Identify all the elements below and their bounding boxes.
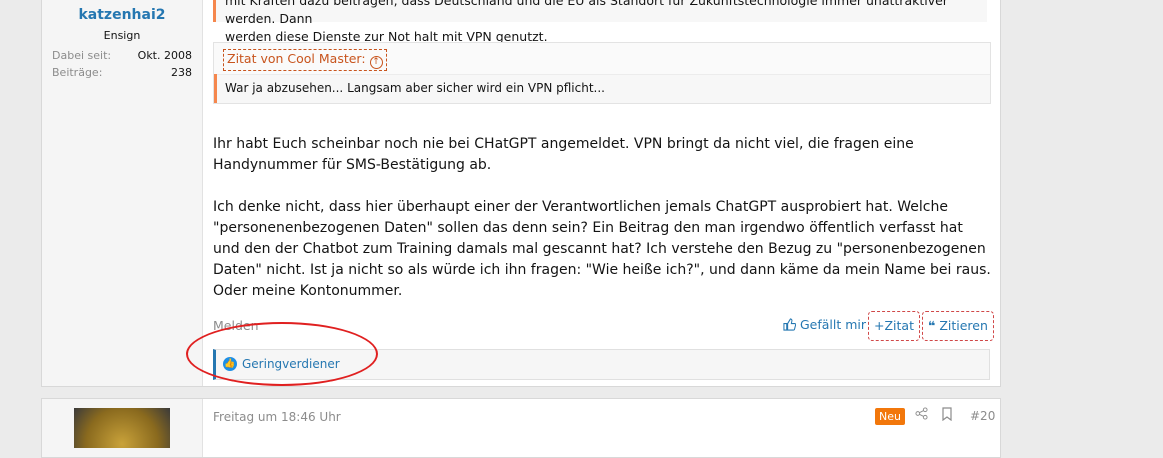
multiquote-label: Zitat <box>884 318 914 333</box>
post-number[interactable]: #20 <box>970 409 995 423</box>
quote-button[interactable]: ❝ Zitieren <box>922 311 994 341</box>
user-info-panel <box>42 399 203 457</box>
user-title: Ensign <box>103 29 141 42</box>
posts-label: Beiträge: <box>52 66 103 79</box>
posts-row: Beiträge: 238 <box>52 66 192 79</box>
quote-marks-icon: ❝ <box>928 318 936 333</box>
plus-icon: + <box>874 318 885 333</box>
arrow-circle-up-icon[interactable]: ↑ <box>369 56 383 69</box>
thumbs-up-icon <box>783 318 797 331</box>
avatar[interactable] <box>74 408 170 448</box>
message-paragraph: Ihr habt Euch scheinbar noch nie bei CHa… <box>213 136 914 173</box>
quote-label: Zitieren <box>939 318 988 333</box>
new-badge: Neu <box>875 408 905 425</box>
multiquote-button[interactable]: +Zitat <box>868 311 920 341</box>
quote-attribution-link[interactable]: Zitat von Cool Master: ↑ <box>223 49 387 71</box>
nested-quote: mit Kräften dazu beitragen, dass Deutsch… <box>213 0 987 44</box>
quote-line: mit Kräften dazu beitragen, dass Deutsch… <box>225 0 948 26</box>
quote-header: Zitat von Cool Master: ↑ <box>214 43 990 75</box>
joined-value: Okt. 2008 <box>137 49 192 62</box>
posts-value: 238 <box>171 66 192 79</box>
quote-block: Zitat von Cool Master: ↑ War ja abzusehen… <box>213 42 991 104</box>
annotation-circle <box>186 322 378 386</box>
post: katzenhai2 Ensign Dabei seit: Okt. 2008 … <box>41 0 1001 387</box>
like-button[interactable]: Gefällt mir <box>783 317 866 333</box>
post: Freitag um 18:46 Uhr Neu #20 <box>41 398 1001 458</box>
quote-text: War ja abzusehen... Langsam aber sicher … <box>214 74 990 103</box>
bookmark-icon[interactable] <box>941 407 953 421</box>
post-date[interactable]: Freitag um 18:46 Uhr <box>213 410 341 424</box>
user-info-panel: katzenhai2 Ensign Dabei seit: Okt. 2008 … <box>42 0 203 386</box>
message-paragraph: Ich denke nicht, dass hier überhaupt ein… <box>213 199 991 299</box>
joined-label: Dabei seit: <box>52 49 112 62</box>
joined-row: Dabei seit: Okt. 2008 <box>52 49 192 62</box>
like-label: Gefällt mir <box>799 317 867 332</box>
username[interactable]: katzenhai2 <box>42 7 202 23</box>
share-icon[interactable] <box>915 407 928 424</box>
